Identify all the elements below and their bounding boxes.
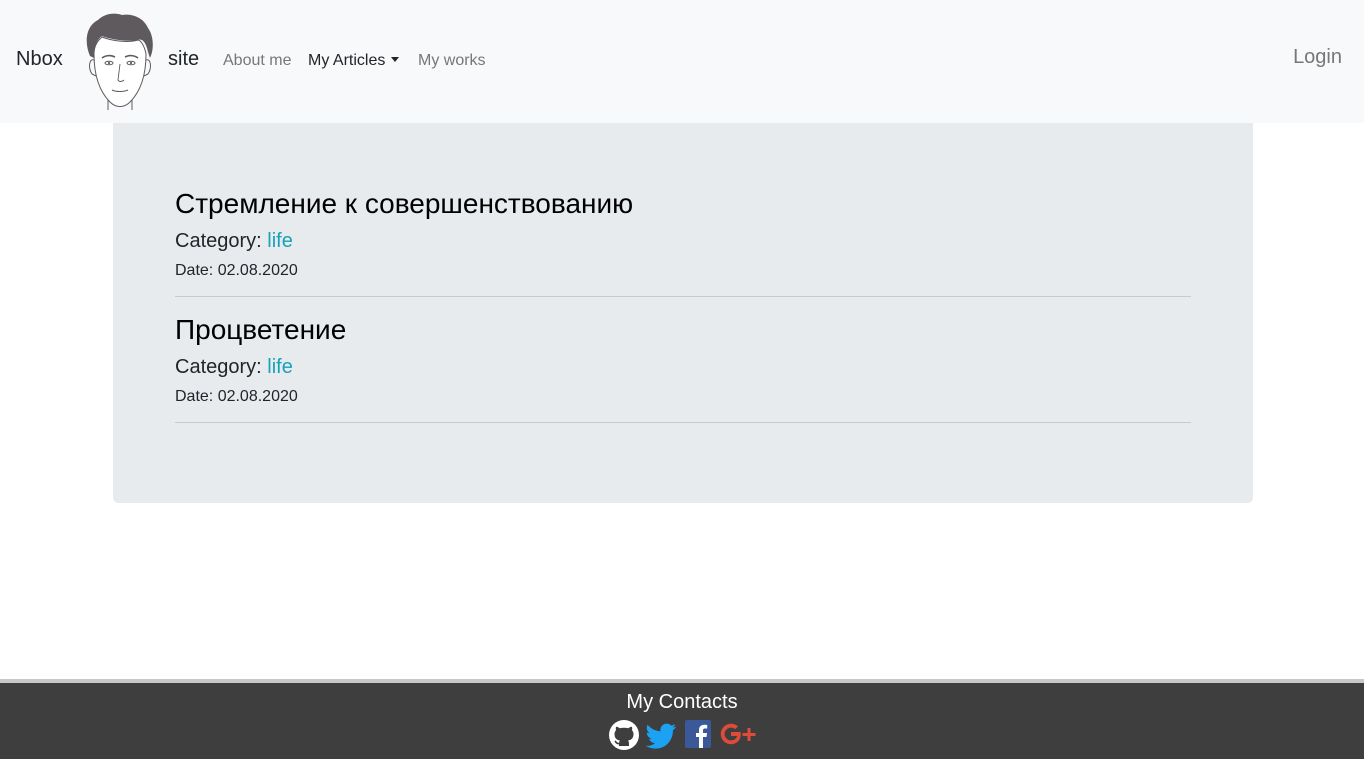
google-plus-icon[interactable]	[719, 719, 759, 751]
category-link[interactable]: life	[267, 356, 293, 378]
category-label: Category:	[175, 230, 262, 252]
nav-my-articles-dropdown[interactable]: My Articles	[308, 51, 400, 71]
navbar: Nbox site About me My Articles My works …	[0, 0, 1364, 123]
footer: My Contacts	[0, 679, 1364, 759]
avatar-logo[interactable]	[82, 12, 156, 110]
github-icon[interactable]	[608, 719, 640, 751]
nav-my-articles-label: My Articles	[308, 52, 386, 69]
caret-down-icon	[391, 57, 400, 62]
article-date: Date: 02.08.2020	[175, 388, 298, 405]
category-label: Category:	[175, 356, 262, 378]
facebook-icon[interactable]	[684, 719, 712, 751]
article-item: Стремление к совершенствованию Category:…	[175, 187, 1191, 297]
article-title[interactable]: Стремление к совершенствованию	[175, 187, 633, 221]
category-link[interactable]: life	[267, 230, 293, 252]
articles-panel: Стремление к совершенствованию Category:…	[113, 123, 1253, 503]
login-link[interactable]: Login	[1293, 45, 1342, 69]
brand-left-link[interactable]: Nbox	[16, 47, 63, 71]
article-category: Category: life	[175, 354, 293, 380]
footer-title: My Contacts	[626, 691, 738, 713]
article-item: Процветение Category: life Date: 02.08.2…	[175, 313, 1191, 423]
nav-my-works[interactable]: My works	[418, 51, 486, 71]
brand-right-link[interactable]: site	[168, 47, 199, 71]
article-title[interactable]: Процветение	[175, 313, 346, 347]
twitter-icon[interactable]	[645, 719, 679, 751]
article-category: Category: life	[175, 228, 293, 254]
nav-about-me[interactable]: About me	[223, 51, 291, 71]
article-date: Date: 02.08.2020	[175, 262, 298, 279]
